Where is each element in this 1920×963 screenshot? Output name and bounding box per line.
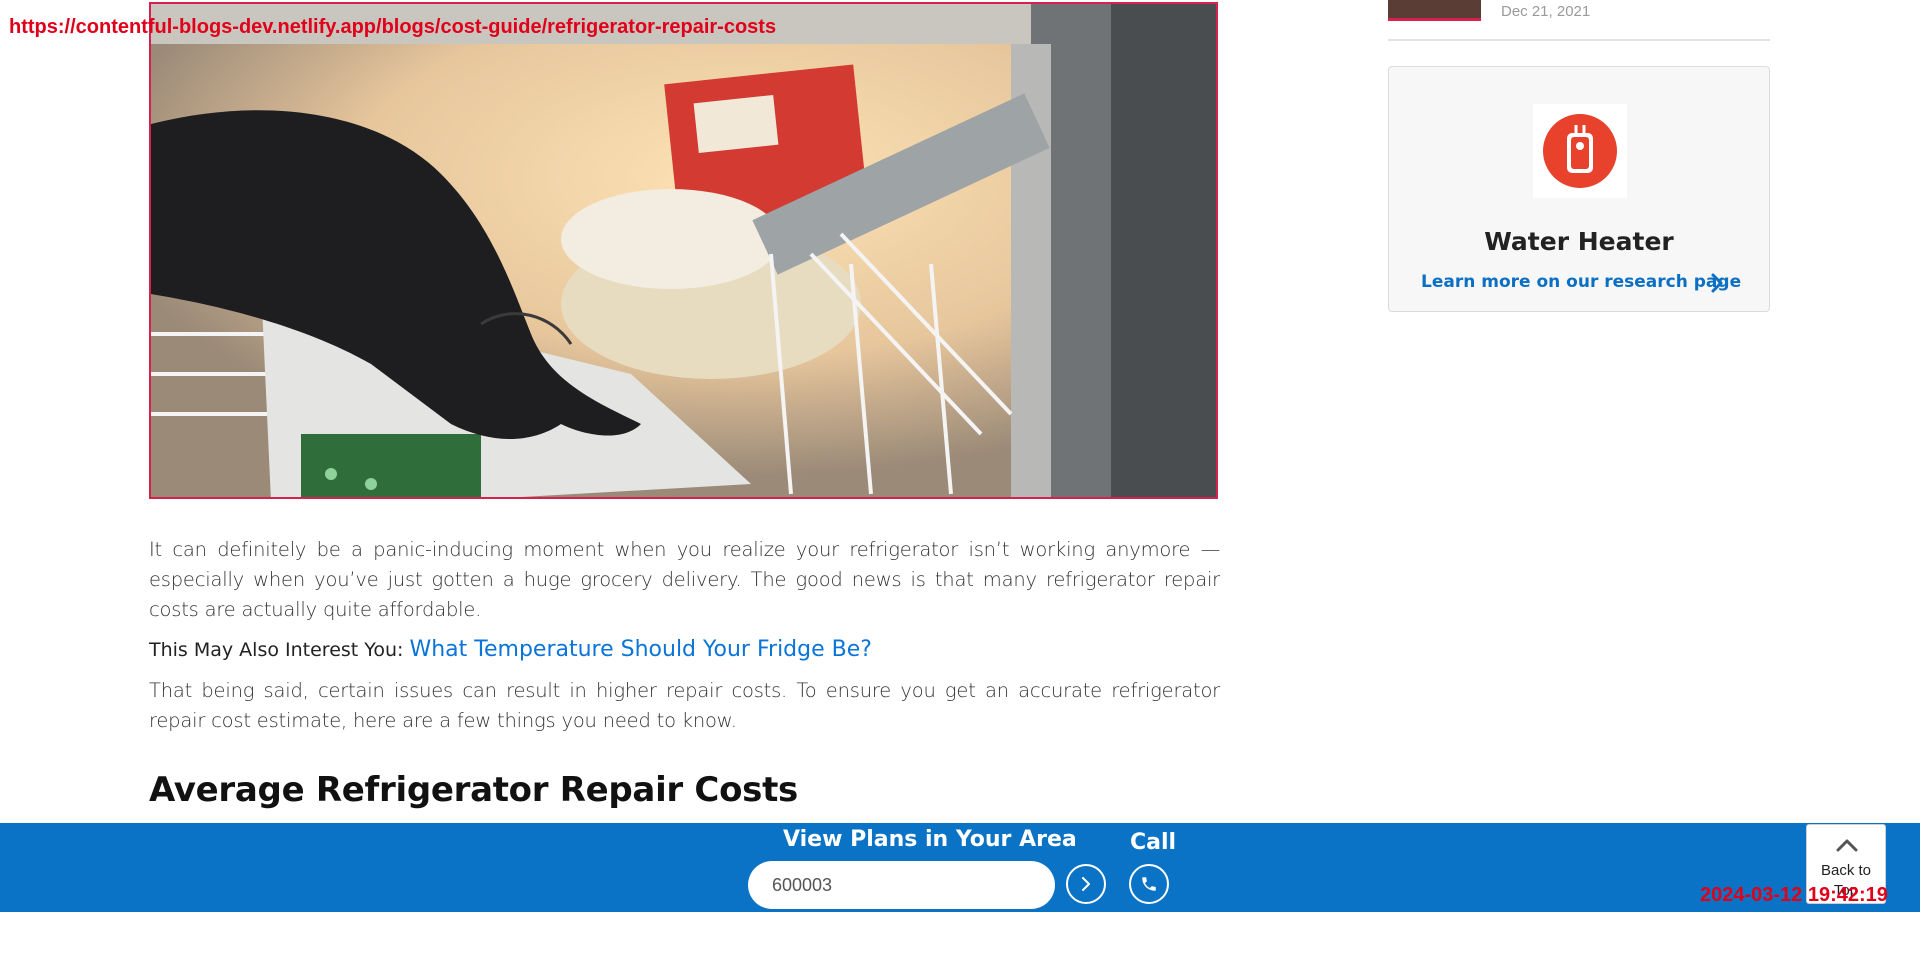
related-article: This May Also Interest You: What Tempera… — [149, 637, 1220, 662]
view-plans-title: View Plans in Your Area — [783, 827, 1077, 852]
second-paragraph: That being said, certain issues can resu… — [149, 679, 1220, 732]
water-heater-icon — [1533, 104, 1627, 198]
freezer-photo — [151, 4, 1216, 497]
chevron-up-icon — [1836, 839, 1858, 852]
zip-submit-button[interactable] — [1066, 864, 1106, 904]
card-title: Water Heater — [1484, 227, 1674, 256]
chevron-right-icon[interactable] — [1707, 272, 1727, 294]
sidebar-divider — [1388, 39, 1770, 41]
research-card: Water Heater Learn more on our research … — [1388, 66, 1770, 312]
section-heading: Average Refrigerator Repair Costs — [149, 770, 798, 810]
recent-post-date: Dec 21, 2021 — [1501, 3, 1591, 20]
related-article-link[interactable]: What Temperature Should Your Fridge Be? — [409, 637, 871, 662]
recent-post-thumbnail[interactable] — [1388, 0, 1481, 21]
timestamp-overlay: 2024-03-12 19:42:19 — [1700, 884, 1888, 906]
article-body: It can definitely be a panic-inducing mo… — [149, 535, 1220, 748]
url-overlay: https://contentful-blogs-dev.netlify.app… — [9, 16, 777, 38]
plans-sticky-bar: View Plans in Your Area Call — [0, 823, 1920, 912]
zip-code-input[interactable] — [748, 861, 1055, 909]
chevron-right-icon — [1082, 877, 1090, 891]
call-label: Call — [1130, 830, 1177, 855]
call-button[interactable] — [1129, 864, 1169, 904]
related-label: This May Also Interest You: — [149, 639, 404, 661]
intro-paragraph: It can definitely be a panic-inducing mo… — [149, 538, 1220, 621]
research-page-link[interactable]: Learn more on our research page — [1421, 272, 1741, 292]
phone-icon — [1142, 877, 1156, 891]
hero-image — [149, 2, 1218, 499]
